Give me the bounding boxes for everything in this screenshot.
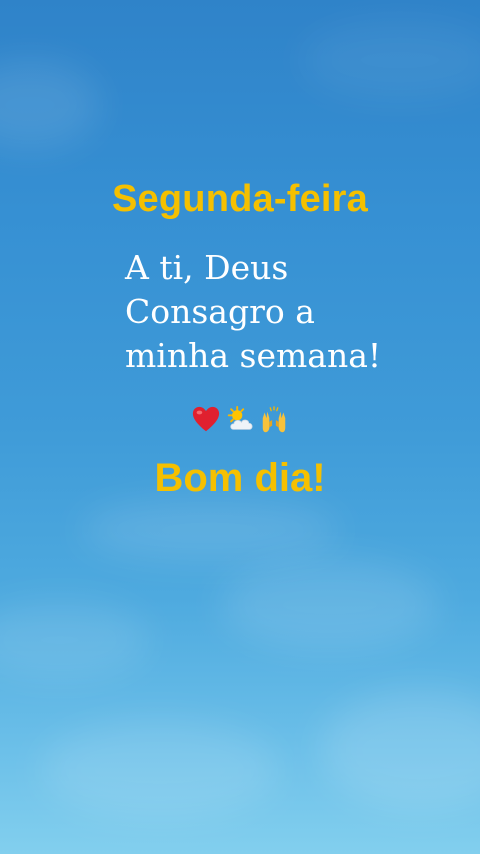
verse-line: minha semana! [125,336,382,375]
verse-line: A ti, Deus [125,248,289,287]
emoji-row [0,404,480,436]
sun-behind-cloud-icon [227,405,253,430]
cloud [300,20,480,100]
dedication-text: A ti, Deus Consagro a minha semana! [125,246,465,378]
cloud [40,720,280,820]
cloud [80,500,340,560]
cloud [0,600,150,680]
verse-line: Consagro a [125,292,315,331]
raised-hands-icon [262,406,286,433]
greeting-text: Bom dia! [154,456,326,500]
cloud [220,560,440,650]
weekday-heading: Segunda-feira [112,178,368,220]
cloud [0,60,100,150]
heart-icon [192,406,220,432]
cloud [320,690,480,810]
